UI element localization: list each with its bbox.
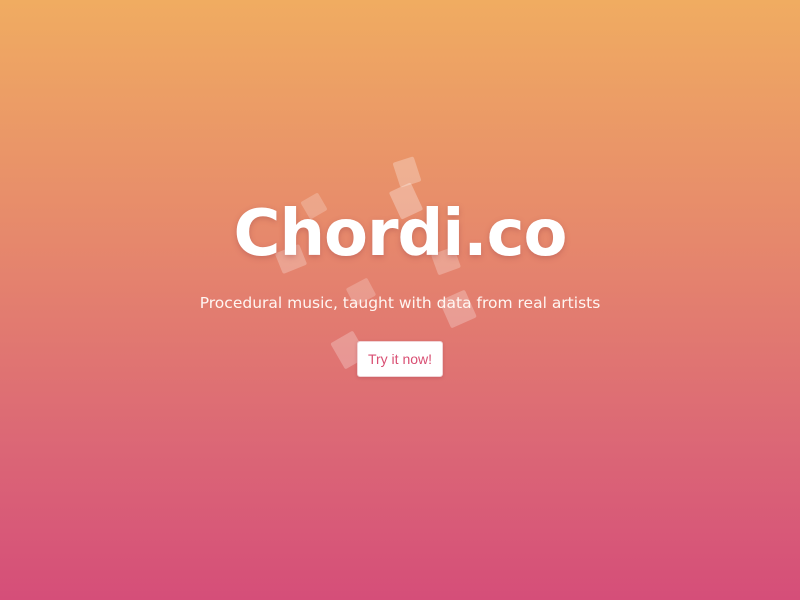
try-it-now-button[interactable]: Try it now! [357,341,443,377]
site-logo: Chordi.co [233,197,567,271]
hero-section: Chordi.co Procedural music, taught with … [0,0,800,600]
tagline: Procedural music, taught with data from … [199,294,601,312]
